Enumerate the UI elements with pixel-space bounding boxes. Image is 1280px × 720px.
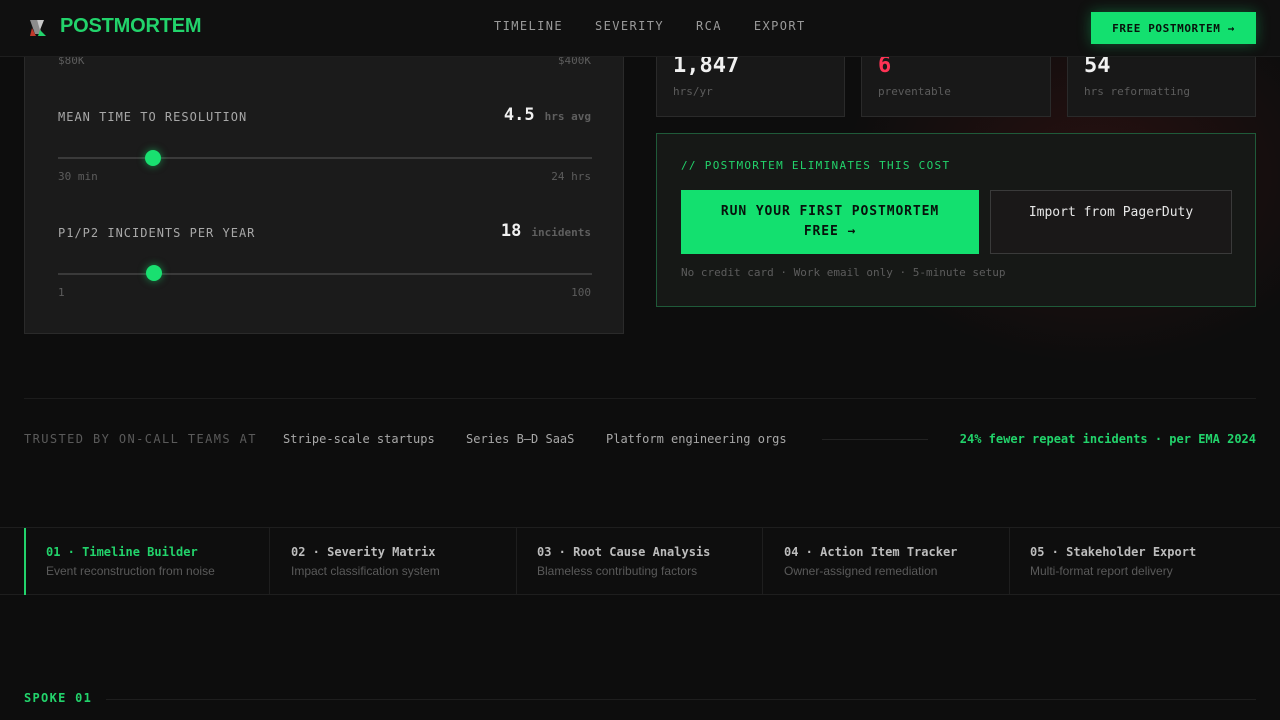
spoke-divider [106, 699, 1256, 700]
brand-name: POSTMORTEM [60, 15, 202, 37]
stat-label: hrs reformatting [1084, 85, 1190, 98]
cta-note: No credit card · Work email only · 5-min… [681, 266, 1006, 279]
mttr-label: MEAN TIME TO RESOLUTION [58, 110, 248, 124]
mttr-value: 4.5 [503, 105, 535, 125]
tab-title: 01 · Timeline Builder [46, 545, 198, 559]
main-nav: TIMELINE SEVERITY RCA EXPORT [494, 19, 806, 33]
nav-rca[interactable]: RCA [696, 19, 722, 33]
incidents-label: P1/P2 INCIDENTS PER YEAR [58, 226, 256, 240]
tab-subtitle: Impact classification system [291, 564, 440, 578]
trusted-item: Platform engineering orgs [606, 432, 787, 446]
tab-title: 05 · Stakeholder Export [1030, 545, 1197, 559]
tab-action-item-tracker[interactable]: 04 · Action Item Tracker Owner-assigned … [764, 528, 1010, 595]
mttr-slider-thumb[interactable] [145, 150, 161, 166]
run-button-line2: FREE → [803, 224, 857, 239]
tab-title: 03 · Root Cause Analysis [537, 545, 711, 559]
trusted-separator [822, 439, 928, 440]
tab-title: 02 · Severity Matrix [291, 545, 436, 559]
tab-root-cause-analysis[interactable]: 03 · Root Cause Analysis Blameless contr… [517, 528, 763, 595]
incidents-value: 18 [500, 221, 522, 241]
free-postmortem-button[interactable]: FREE POSTMORTEM → [1091, 12, 1256, 44]
stat-label: hrs/yr [673, 85, 713, 98]
incidents-slider-track[interactable] [58, 273, 592, 275]
tab-subtitle: Owner-assigned remediation [784, 564, 938, 578]
incidents-readout: 18 incidents [501, 221, 591, 241]
cost-calculator-card: $80K $400K MEAN TIME TO RESOLUTION 4.5 h… [24, 20, 624, 334]
mttr-unit: hrs avg [544, 110, 591, 123]
mttr-min: 30 min [58, 170, 98, 183]
mttr-max: 24 hrs [551, 170, 591, 183]
section-divider [24, 398, 1256, 399]
tab-subtitle: Blameless contributing factors [537, 564, 698, 578]
mttr-readout: 4.5 hrs avg [504, 105, 591, 125]
incidents-slider-thumb[interactable] [146, 265, 162, 281]
spoke-label: SPOKE 01 [24, 691, 93, 705]
mttr-slider-track[interactable] [58, 157, 592, 159]
incidents-unit: incidents [531, 226, 591, 239]
tab-subtitle: Multi-format report delivery [1030, 564, 1173, 578]
tab-stakeholder-export[interactable]: 05 · Stakeholder Export Multi-format rep… [1010, 528, 1256, 595]
nav-timeline[interactable]: TIMELINE [494, 19, 563, 33]
incidents-min: 1 [58, 286, 65, 299]
feature-tabs: 01 · Timeline Builder Event reconstructi… [0, 527, 1280, 595]
incidents-max: 100 [571, 286, 591, 299]
nav-export[interactable]: EXPORT [754, 19, 806, 33]
tab-timeline-builder[interactable]: 01 · Timeline Builder Event reconstructi… [24, 528, 270, 595]
cta-panel-title: // POSTMORTEM ELIMINATES THIS COST [681, 159, 951, 172]
trusted-label: TRUSTED BY ON-CALL TEAMS AT [24, 432, 257, 446]
tab-severity-matrix[interactable]: 02 · Severity Matrix Impact classificati… [271, 528, 517, 595]
run-postmortem-button[interactable]: RUN YOUR FIRST POSTMORTEM FREE → [681, 190, 979, 254]
brand-logo[interactable]: POSTMORTEM [28, 15, 202, 38]
trusted-item: Series B–D SaaS [466, 432, 575, 446]
import-pagerduty-button[interactable]: Import from PagerDuty [990, 190, 1232, 254]
cta-panel: // POSTMORTEM ELIMINATES THIS COST RUN Y… [656, 133, 1256, 307]
nav-severity[interactable]: SEVERITY [595, 19, 664, 33]
top-header: POSTMORTEM TIMELINE SEVERITY RCA EXPORT … [0, 0, 1280, 57]
run-button-line1: RUN YOUR FIRST POSTMORTEM [720, 204, 940, 219]
tab-subtitle: Event reconstruction from noise [46, 564, 215, 578]
trusted-stat: 24% fewer repeat incidents · per EMA 202… [959, 432, 1256, 446]
stat-label: preventable [878, 85, 951, 98]
tab-title: 04 · Action Item Tracker [784, 545, 958, 559]
prism-logo-icon [30, 19, 46, 36]
trusted-item: Stripe-scale startups [283, 432, 435, 446]
